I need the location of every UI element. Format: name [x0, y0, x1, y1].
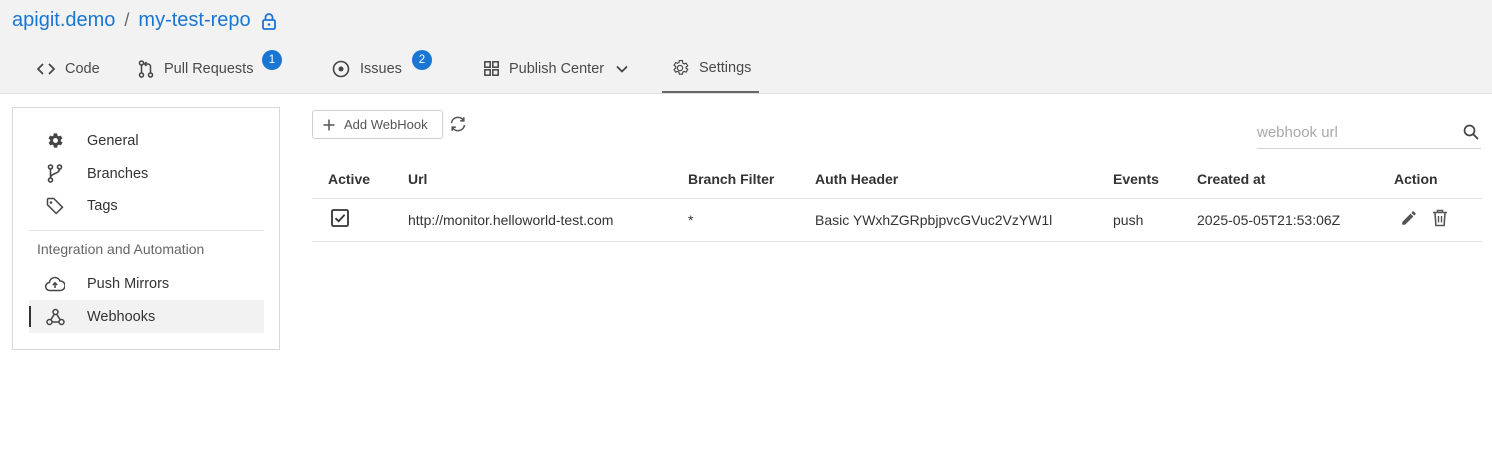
issue-icon	[332, 60, 360, 78]
sidebar-item-label: Push Mirrors	[87, 275, 170, 292]
branch-filter-cell: *	[688, 198, 815, 242]
column-header-active: Active	[312, 160, 408, 199]
auth-header-cell: Basic YWxhZGRpbjpvcGVuc2VzYW1l	[815, 198, 1113, 242]
sidebar-item-label: Tags	[87, 197, 118, 214]
tab-issues[interactable]: Issues 2	[332, 44, 432, 93]
column-header-branch-filter: Branch Filter	[688, 160, 815, 199]
breadcrumb-separator: /	[124, 10, 130, 30]
breadcrumb-owner-link[interactable]: apigit.demo	[12, 9, 115, 32]
sidebar-item-branches[interactable]: Branches	[29, 157, 264, 190]
code-icon	[37, 62, 65, 75]
add-webhook-button[interactable]: Add WebHook	[312, 110, 443, 139]
breadcrumb: apigit.demo / my-test-repo	[12, 9, 277, 32]
tab-publish-center-label: Publish Center	[509, 60, 605, 77]
sidebar-item-label: General	[87, 132, 139, 149]
search-icon[interactable]	[1463, 124, 1479, 140]
settings-sidebar: General Branches Tags Integration and Au…	[12, 107, 280, 350]
gear-icon	[45, 132, 65, 149]
pull-requests-count-badge: 1	[262, 50, 282, 70]
tab-settings[interactable]: Settings	[662, 44, 759, 93]
sidebar-item-label: Webhooks	[87, 308, 156, 325]
column-header-auth-header: Auth Header	[815, 160, 1113, 199]
sidebar-section-title: Integration and Automation	[37, 241, 205, 257]
grid-icon	[484, 61, 509, 76]
action-cell	[1394, 198, 1482, 242]
refresh-icon[interactable]	[448, 114, 468, 134]
delete-icon[interactable]	[1432, 209, 1448, 227]
branch-icon	[45, 164, 65, 183]
tab-issues-label: Issues	[360, 60, 402, 77]
tab-code-label: Code	[65, 60, 100, 77]
column-header-events: Events	[1113, 160, 1197, 199]
active-checkbox[interactable]	[331, 209, 349, 227]
sidebar-item-push-mirrors[interactable]: Push Mirrors	[29, 267, 264, 300]
plus-icon	[323, 119, 335, 131]
tab-publish-center[interactable]: Publish Center	[484, 44, 638, 93]
gear-icon	[671, 59, 699, 77]
repo-tabs: Code Pull Requests 1 Issues 2 Publish Ce…	[0, 44, 900, 94]
sidebar-item-tags[interactable]: Tags	[29, 189, 264, 222]
tab-pull-requests-label: Pull Requests	[164, 60, 254, 77]
pull-request-icon	[138, 59, 164, 78]
tag-icon	[45, 197, 65, 215]
breadcrumb-repo-link[interactable]: my-test-repo	[138, 9, 250, 32]
column-header-action: Action	[1394, 160, 1482, 199]
url-cell: http://monitor.helloworld-test.com	[408, 198, 688, 242]
table-row: http://monitor.helloworld-test.com * Bas…	[312, 198, 1482, 242]
sidebar-item-webhooks[interactable]: Webhooks	[29, 300, 264, 333]
active-cell	[312, 198, 408, 242]
lock-icon	[261, 12, 277, 30]
column-header-created-at: Created at	[1197, 160, 1394, 199]
chevron-down-icon	[616, 65, 638, 73]
webhook-url-search-input[interactable]	[1257, 124, 1447, 141]
events-cell: push	[1113, 198, 1197, 242]
issues-count-badge: 2	[412, 50, 432, 70]
webhooks-table: Active Url Branch Filter Auth Header Eve…	[312, 160, 1482, 242]
edit-icon[interactable]	[1400, 209, 1418, 227]
webhook-search	[1257, 117, 1481, 149]
column-header-url: Url	[408, 160, 688, 199]
sidebar-item-label: Branches	[87, 165, 149, 182]
add-webhook-label: Add WebHook	[344, 117, 428, 132]
tab-pull-requests[interactable]: Pull Requests 1	[138, 44, 282, 93]
table-header-row: Active Url Branch Filter Auth Header Eve…	[312, 160, 1482, 199]
tab-settings-label: Settings	[699, 59, 752, 76]
created-at-cell: 2025-05-05T21:53:06Z	[1197, 198, 1394, 242]
sidebar-item-general[interactable]: General	[29, 124, 264, 157]
repo-header: apigit.demo / my-test-repo Code Pull Req…	[0, 0, 1492, 94]
tab-code[interactable]: Code	[37, 44, 100, 93]
webhook-icon	[45, 308, 65, 326]
sidebar-divider	[29, 230, 264, 231]
cloud-upload-icon	[45, 276, 65, 292]
